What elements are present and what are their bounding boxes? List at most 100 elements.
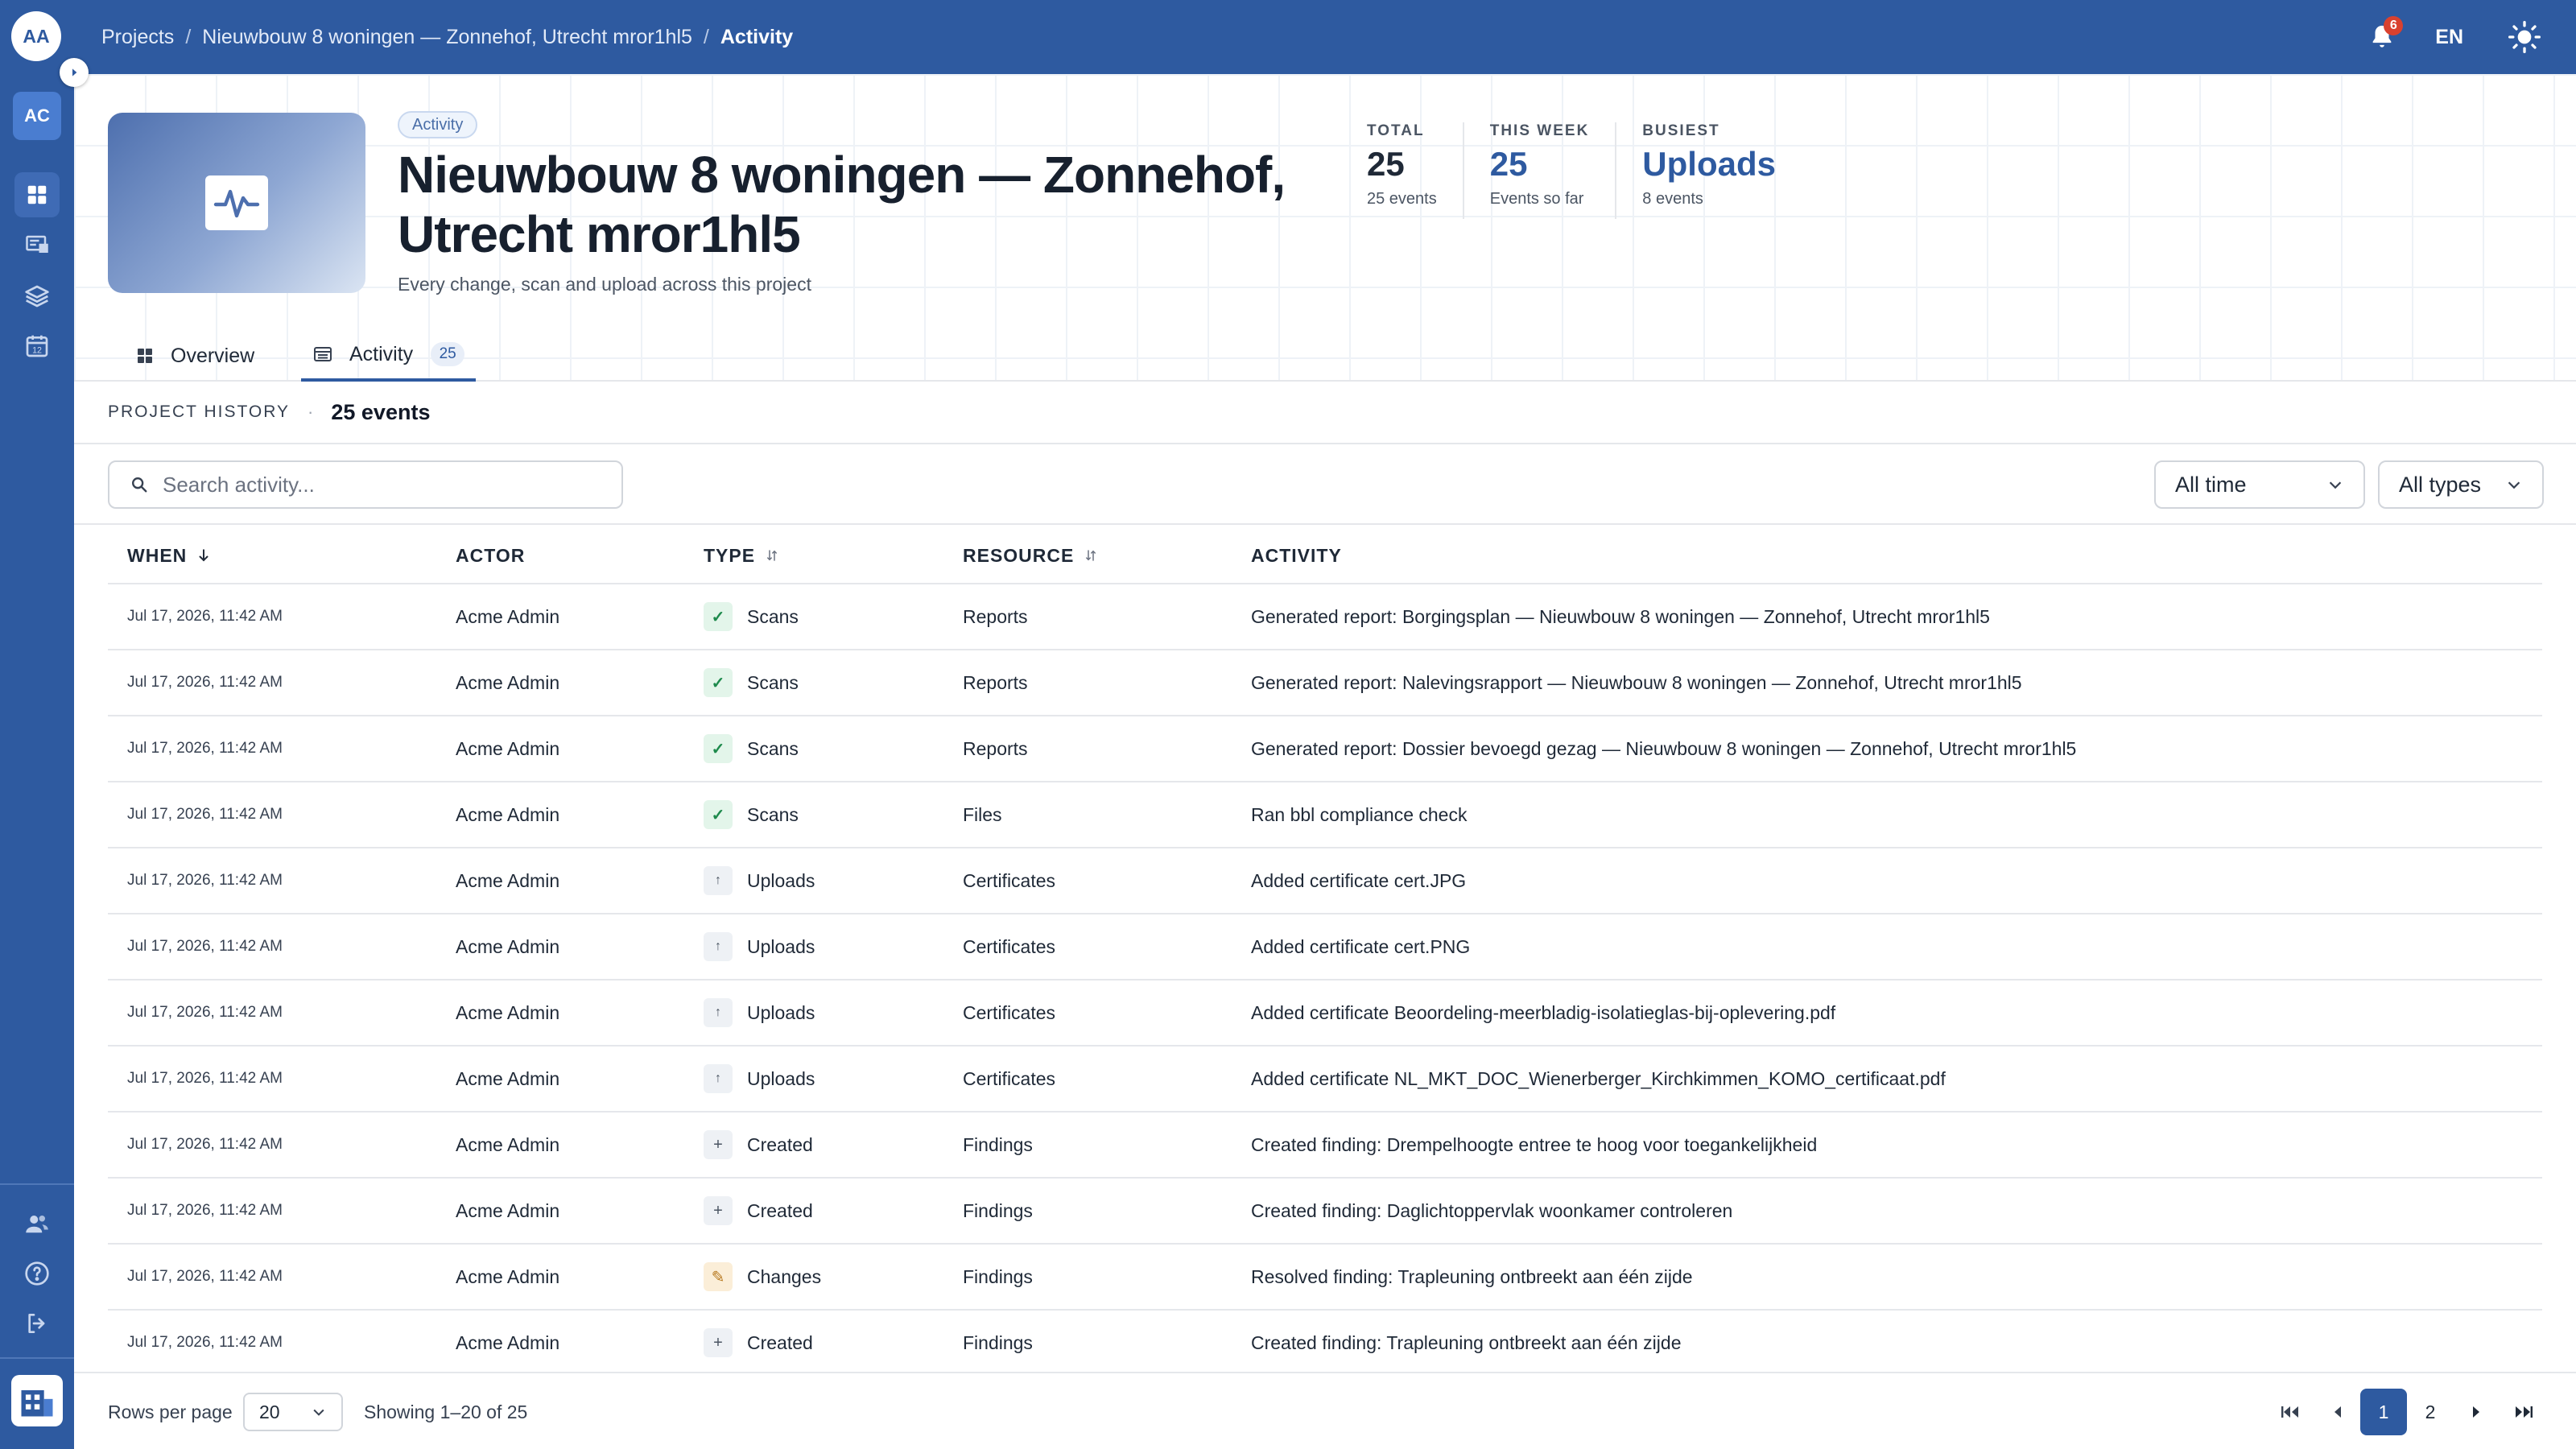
stat-label: TOTAL xyxy=(1367,122,1425,139)
upload-icon: ↑ xyxy=(704,866,733,895)
tab-bar: Overview Activity 25 xyxy=(74,330,2576,382)
column-resource[interactable]: RESOURCE xyxy=(963,526,1098,584)
sidebar-item-projects[interactable] xyxy=(14,222,60,267)
breadcrumb-current: Activity xyxy=(720,25,794,48)
page-button-2[interactable]: 2 xyxy=(2407,1389,2454,1435)
cell-when: Jul 17, 2026, 11:42 AM xyxy=(127,674,283,691)
sidebar-item-team[interactable] xyxy=(14,1201,60,1246)
type-label: Created xyxy=(747,1133,813,1155)
table-row[interactable]: Jul 17, 2026, 11:42 AM Acme Admin + Created… xyxy=(108,1311,2542,1377)
projects-icon xyxy=(26,235,48,253)
breadcrumb: Projects / Nieuwbouw 8 woningen — Zonneh… xyxy=(101,0,793,74)
chevron-down-icon xyxy=(2329,481,2342,489)
chevron-right-icon xyxy=(72,68,77,76)
cell-actor: Acme Admin xyxy=(456,803,560,825)
table-row[interactable]: Jul 17, 2026, 11:42 AM Acme Admin ✓ Scans Re… xyxy=(108,716,2542,782)
table-row[interactable]: Jul 17, 2026, 11:42 AM Acme Admin ✓ Scans Fi… xyxy=(108,782,2542,848)
type-label: Scans xyxy=(747,803,799,825)
cell-activity: Added certificate Beoordeling-meerbladig… xyxy=(1251,1001,1836,1023)
stat-label: THIS WEEK xyxy=(1489,122,1590,139)
chevron-down-icon xyxy=(2508,481,2520,489)
column-type[interactable]: TYPE xyxy=(704,526,779,584)
stat-sub: 25 events xyxy=(1367,190,1437,208)
table-row[interactable]: Jul 17, 2026, 11:42 AM Acme Admin ↑ Uploads… xyxy=(108,1046,2542,1113)
cell-resource: Files xyxy=(963,803,1002,825)
sidebar-item-layers[interactable] xyxy=(14,274,60,319)
type-label: Scans xyxy=(747,671,799,693)
table-row[interactable]: Jul 17, 2026, 11:42 AM Acme Admin + Created… xyxy=(108,1113,2542,1179)
chevrons-left-icon xyxy=(2281,1406,2298,1418)
organization-switcher[interactable]: AC xyxy=(13,92,61,140)
tab-activity[interactable]: Activity 25 xyxy=(301,330,477,382)
calendar-day: 12 xyxy=(32,346,42,356)
type-label: Uploads xyxy=(747,869,815,891)
language-switcher[interactable]: EN xyxy=(2435,26,2463,49)
section-tag: Activity xyxy=(398,111,478,138)
tab-overview[interactable]: Overview xyxy=(135,330,254,382)
history-separator: · xyxy=(308,402,314,422)
table-row[interactable]: Jul 17, 2026, 11:42 AM Acme Admin + Created… xyxy=(108,1179,2542,1245)
pencil-icon: ✎ xyxy=(704,1262,733,1291)
cell-type: + Created xyxy=(704,1179,813,1243)
grid-icon xyxy=(135,346,155,365)
cell-when: Jul 17, 2026, 11:42 AM xyxy=(127,806,283,823)
sidebar-item-help[interactable] xyxy=(14,1251,60,1296)
upload-icon: ↑ xyxy=(704,998,733,1027)
column-when[interactable]: WHEN xyxy=(127,526,211,584)
sort-icon xyxy=(1086,550,1096,561)
cell-type: + Created xyxy=(704,1311,813,1375)
cell-actor: Acme Admin xyxy=(456,605,560,627)
cell-actor: Acme Admin xyxy=(456,1067,560,1089)
chevron-left-icon xyxy=(2334,1406,2341,1418)
sidebar-collapse-button[interactable] xyxy=(60,58,89,87)
cell-resource: Certificates xyxy=(963,869,1056,891)
cell-activity: Added certificate cert.JPG xyxy=(1251,869,1467,891)
table-row[interactable]: Jul 17, 2026, 11:42 AM Acme Admin ✓ Scans Re… xyxy=(108,584,2542,650)
sidebar-item-logout[interactable] xyxy=(14,1301,60,1346)
page-button-1[interactable]: 1 xyxy=(2360,1389,2407,1435)
logout-icon xyxy=(28,1314,45,1333)
cell-activity: Created finding: Drempelhoogte entree te… xyxy=(1251,1133,1818,1155)
cell-resource: Certificates xyxy=(963,935,1056,957)
table-row[interactable]: Jul 17, 2026, 11:42 AM Acme Admin ✓ Scans Re… xyxy=(108,650,2542,716)
cell-when: Jul 17, 2026, 11:42 AM xyxy=(127,938,283,955)
history-count: 25 events xyxy=(331,399,431,424)
table-row[interactable]: Jul 17, 2026, 11:42 AM Acme Admin ✎ Changes… xyxy=(108,1245,2542,1311)
upload-icon: ↑ xyxy=(704,932,733,961)
cell-type: ↑ Uploads xyxy=(704,980,815,1045)
sun-icon xyxy=(2508,21,2541,53)
cell-resource: Findings xyxy=(963,1265,1033,1287)
layers-icon xyxy=(25,285,49,308)
type-filter-select[interactable]: All types xyxy=(2378,460,2544,509)
table-row[interactable]: Jul 17, 2026, 11:42 AM Acme Admin ↑ Uploads… xyxy=(108,980,2542,1046)
history-label: PROJECT HISTORY xyxy=(108,402,291,421)
stat-sub: Events so far xyxy=(1489,190,1584,208)
table-row[interactable]: Jul 17, 2026, 11:42 AM Acme Admin ↑ Uploads… xyxy=(108,914,2542,980)
cell-resource: Findings xyxy=(963,1331,1033,1353)
column-label: WHEN xyxy=(127,544,188,566)
top-bar: AA Projects / Nieuwbouw 8 woningen — Zon… xyxy=(0,0,2576,74)
last-page-button[interactable] xyxy=(2500,1389,2547,1435)
stat-value: 25 xyxy=(1489,145,1528,183)
rows-per-page-select[interactable]: 20 xyxy=(243,1393,343,1431)
previous-page-button[interactable] xyxy=(2314,1389,2360,1435)
cell-actor: Acme Admin xyxy=(456,869,560,891)
theme-toggle[interactable] xyxy=(2505,18,2544,56)
next-page-button[interactable] xyxy=(2454,1389,2500,1435)
search-input[interactable] xyxy=(163,472,597,497)
tab-count-badge: 25 xyxy=(431,342,465,366)
user-avatar[interactable]: AA xyxy=(11,11,61,61)
breadcrumb-projects[interactable]: Projects xyxy=(101,26,174,49)
table-row[interactable]: Jul 17, 2026, 11:42 AM Acme Admin ↑ Uploads… xyxy=(108,848,2542,914)
time-filter-select[interactable]: All time xyxy=(2154,460,2365,509)
first-page-button[interactable] xyxy=(2267,1389,2314,1435)
rows-per-page-label: Rows per page xyxy=(108,1401,233,1422)
sidebar-item-calendar[interactable]: 12 xyxy=(14,324,60,369)
breadcrumb-project[interactable]: Nieuwbouw 8 woningen — Zonnehof, Utrecht… xyxy=(202,26,692,49)
cell-type: ✎ Changes xyxy=(704,1245,821,1309)
divider xyxy=(74,523,2576,525)
cell-resource: Reports xyxy=(963,737,1028,759)
sidebar-item-dashboard[interactable] xyxy=(14,172,60,217)
notifications-button[interactable]: 6 xyxy=(2363,16,2404,56)
dashboard-icon xyxy=(27,185,47,204)
